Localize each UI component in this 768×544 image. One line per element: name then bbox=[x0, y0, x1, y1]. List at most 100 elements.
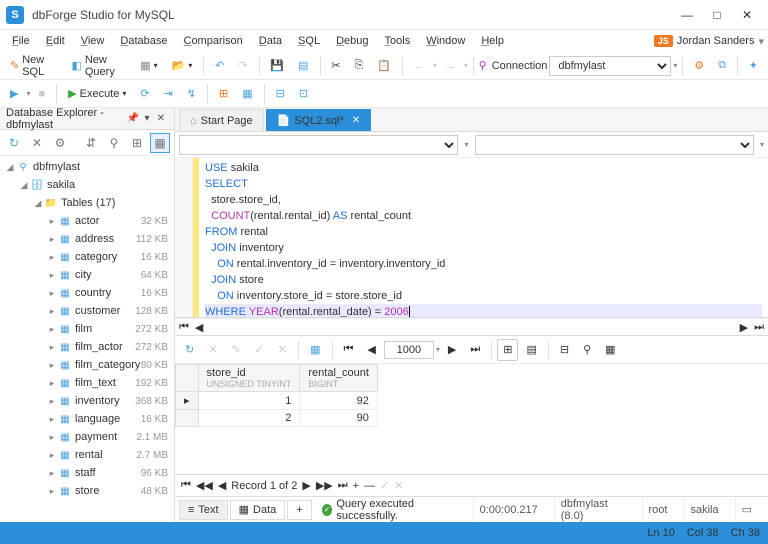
pt-icon-3[interactable]: ⊞ bbox=[127, 133, 147, 153]
tree-node[interactable]: ▸▦actor32 KB bbox=[0, 212, 174, 230]
tool-icon-1[interactable]: ⚙ bbox=[688, 55, 710, 77]
menu-debug[interactable]: Debug bbox=[328, 33, 376, 49]
view-card-icon[interactable]: ▤ bbox=[520, 339, 542, 361]
paste-button[interactable]: 📋 bbox=[371, 55, 397, 77]
cut-button[interactable]: ✂ bbox=[325, 55, 346, 77]
stop-debug-button[interactable]: ■ bbox=[32, 83, 51, 105]
user-dropdown-icon[interactable]: ▾ bbox=[758, 35, 764, 48]
tree-node[interactable]: ▸▦customer128 KB bbox=[0, 302, 174, 320]
tree-node[interactable]: ▸▦language16 KB bbox=[0, 410, 174, 428]
pt-icon-2[interactable]: ⚲ bbox=[104, 133, 124, 153]
tree-node[interactable]: ▸▦film_category80 KB bbox=[0, 356, 174, 374]
close-button[interactable]: ✕ bbox=[732, 5, 762, 25]
view-tab-add[interactable]: + bbox=[287, 500, 311, 520]
panel-pin-icon[interactable]: 📌 bbox=[126, 113, 140, 124]
exec-icon-2[interactable]: ⇥ bbox=[158, 83, 179, 105]
dropdown-1[interactable]: ▦▾ bbox=[134, 55, 163, 77]
sql-combo-1[interactable] bbox=[179, 135, 458, 155]
menu-sql[interactable]: SQL bbox=[290, 33, 328, 49]
menu-database[interactable]: Database bbox=[112, 33, 175, 49]
view-tab-text[interactable]: ≡Text bbox=[179, 500, 228, 520]
page-size-input[interactable] bbox=[384, 341, 434, 359]
tree-node[interactable]: ▸▦rental2.7 MB bbox=[0, 446, 174, 464]
tree-node[interactable]: ▸▦country16 KB bbox=[0, 284, 174, 302]
res-tool-1[interactable]: ⊟ bbox=[554, 339, 575, 361]
tree-node[interactable]: ▸▦film_actor272 KB bbox=[0, 338, 174, 356]
tab-sql2[interactable]: 📄SQL2.sql*✕ bbox=[266, 109, 372, 131]
exec-icon-3[interactable]: ↯ bbox=[181, 83, 202, 105]
menu-data[interactable]: Data bbox=[251, 33, 290, 49]
editor-scrollbar[interactable]: ⏮◀▶⏭ bbox=[175, 318, 768, 336]
tool-icon-3[interactable]: ✦ bbox=[743, 55, 764, 77]
tree-node[interactable]: ▸▦payment2.1 MB bbox=[0, 428, 174, 446]
tab-start-page[interactable]: ⌂Start Page bbox=[179, 109, 264, 131]
tree-node[interactable]: ▸▦city64 KB bbox=[0, 266, 174, 284]
res-edit-icon[interactable]: ✎ bbox=[225, 339, 246, 361]
tree-node[interactable]: ▸▦film272 KB bbox=[0, 320, 174, 338]
execute-button[interactable]: ▶Execute▾ bbox=[62, 83, 132, 105]
res-tool-2[interactable]: ⚲ bbox=[577, 339, 597, 361]
nav-back-button[interactable]: ← bbox=[408, 55, 431, 77]
res-apply-icon[interactable]: ✓ bbox=[249, 339, 270, 361]
pt-icon-1[interactable]: ⇵ bbox=[81, 133, 101, 153]
minimize-button[interactable]: — bbox=[672, 5, 702, 25]
nav-fwd-button[interactable]: → bbox=[439, 55, 462, 77]
panel-close-icon[interactable]: ✕ bbox=[154, 113, 168, 124]
sql-editor[interactable]: USE sakilaSELECT store.store_id, COUNT(r… bbox=[175, 158, 768, 318]
panel-menu-icon[interactable]: ▾ bbox=[140, 113, 154, 124]
save-all-button[interactable]: ▤ bbox=[292, 55, 314, 77]
pt-icon-4[interactable]: ▦ bbox=[150, 133, 170, 153]
tool-icon-2[interactable]: ⧉ bbox=[712, 55, 732, 77]
exec-icon-1[interactable]: ⟳ bbox=[134, 83, 155, 105]
tab-close-icon[interactable]: ✕ bbox=[352, 115, 360, 126]
res-delete-icon[interactable]: ✕ bbox=[202, 339, 223, 361]
exec-icon-5[interactable]: ▦ bbox=[236, 83, 258, 105]
results-grid[interactable]: store_idUNSIGNED TINYINTrental_countBIGI… bbox=[175, 364, 768, 474]
menu-window[interactable]: Window bbox=[418, 33, 473, 49]
exec-icon-7[interactable]: ⊡ bbox=[293, 83, 314, 105]
connection-combo[interactable]: dbfmylast bbox=[549, 56, 671, 76]
footer-icon[interactable]: ▭ bbox=[735, 498, 758, 522]
tree-node[interactable]: ▸▦category16 KB bbox=[0, 248, 174, 266]
nav-last-icon[interactable]: ⏭ bbox=[464, 339, 486, 361]
copy-button[interactable]: ⎘ bbox=[349, 55, 370, 77]
tree-node[interactable]: ▸▦staff96 KB bbox=[0, 464, 174, 482]
exec-icon-6[interactable]: ⊟ bbox=[270, 83, 291, 105]
menu-tools[interactable]: Tools bbox=[377, 33, 419, 49]
view-tab-data[interactable]: ▦Data bbox=[230, 500, 286, 520]
maximize-button[interactable]: □ bbox=[702, 5, 732, 25]
new-sql-button[interactable]: ✎New SQL bbox=[4, 55, 63, 77]
undo-button[interactable]: ↶ bbox=[209, 55, 230, 77]
debug-button[interactable]: ▶ bbox=[4, 83, 24, 105]
menu-help[interactable]: Help bbox=[473, 33, 512, 49]
res-grid-icon[interactable]: ▦ bbox=[304, 339, 326, 361]
exec-icon-4[interactable]: ⊞ bbox=[213, 83, 234, 105]
record-navigator[interactable]: ⏮◀◀◀ Record 1 of 2 ▶▶▶⏭+—✓✕ bbox=[175, 474, 768, 496]
open-button[interactable]: 📂▾ bbox=[166, 55, 199, 77]
sql-combo-2[interactable] bbox=[475, 135, 754, 155]
res-tool-3[interactable]: ▦ bbox=[599, 339, 621, 361]
menu-file[interactable]: File bbox=[4, 33, 38, 49]
nav-first-icon[interactable]: ⏮ bbox=[338, 339, 360, 361]
new-query-button[interactable]: ◧New Query bbox=[65, 55, 132, 77]
refresh-icon[interactable]: ↻ bbox=[4, 133, 24, 153]
filter-icon[interactable]: ⚙ bbox=[50, 133, 70, 153]
tree-node[interactable]: ▸▦address112 KB bbox=[0, 230, 174, 248]
menu-comparison[interactable]: Comparison bbox=[175, 33, 250, 49]
tree-node[interactable]: ◢🗄sakila bbox=[0, 176, 174, 194]
disconnect-icon[interactable]: ✕ bbox=[27, 133, 47, 153]
tree-node[interactable]: ◢📁Tables (17) bbox=[0, 194, 174, 212]
user-name[interactable]: Jordan Sanders bbox=[677, 35, 755, 47]
nav-prev-icon[interactable]: ◀ bbox=[361, 339, 381, 361]
res-refresh-icon[interactable]: ↻ bbox=[179, 339, 200, 361]
redo-button[interactable]: ↷ bbox=[232, 55, 253, 77]
tree-node[interactable]: ◢⚲dbfmylast bbox=[0, 158, 174, 176]
nav-next-icon[interactable]: ▶ bbox=[442, 339, 462, 361]
tree-node[interactable]: ▸▦film_text192 KB bbox=[0, 374, 174, 392]
view-grid-icon[interactable]: ⊞ bbox=[497, 339, 518, 361]
menu-view[interactable]: View bbox=[73, 33, 113, 49]
db-tree[interactable]: ◢⚲dbfmylast◢🗄sakila◢📁Tables (17)▸▦actor3… bbox=[0, 156, 174, 522]
save-button[interactable]: 💾 bbox=[264, 55, 290, 77]
tree-node[interactable]: ▸▦store48 KB bbox=[0, 482, 174, 500]
res-cancel-icon[interactable]: ✕ bbox=[272, 339, 293, 361]
